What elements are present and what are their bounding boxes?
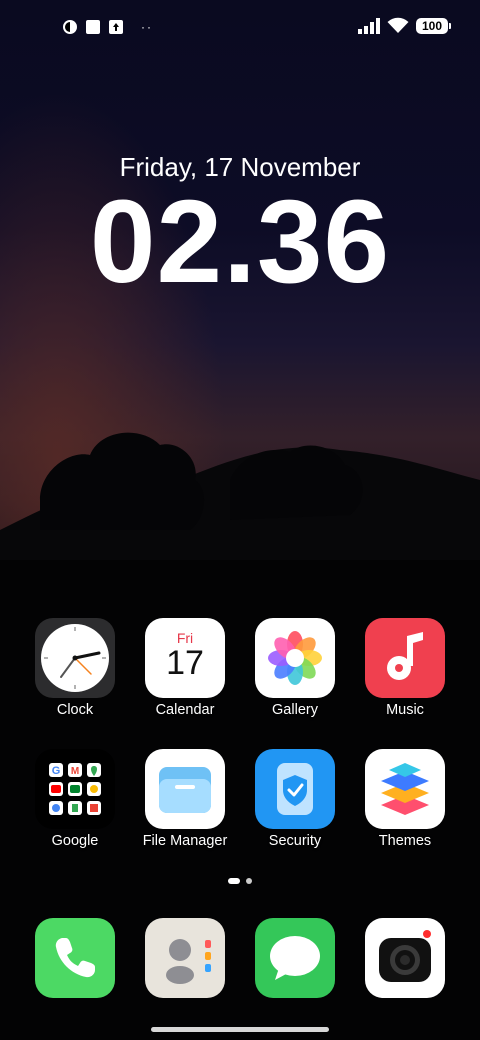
security-app[interactable]: Security	[240, 749, 350, 849]
upload-notification-icon	[109, 20, 123, 34]
camera-icon	[379, 930, 431, 982]
security-icon	[277, 763, 313, 815]
themes-app[interactable]: Themes	[350, 749, 460, 849]
svg-text:M: M	[71, 766, 79, 777]
app-notification-icon	[63, 20, 77, 34]
clock-label: Clock	[56, 702, 94, 718]
square-notification-icon	[86, 20, 100, 34]
phone-app[interactable]	[35, 918, 115, 998]
status-bar: ·· 100	[0, 0, 480, 56]
themes-icon	[381, 763, 429, 815]
music-app[interactable]: Music	[350, 618, 460, 718]
security-label: Security	[268, 833, 322, 849]
contacts-app[interactable]	[145, 918, 225, 998]
google-label: Google	[51, 833, 99, 849]
home-indicator[interactable]	[151, 1027, 329, 1032]
themes-label: Themes	[378, 833, 432, 849]
wifi-icon	[387, 17, 409, 33]
page-dot-1	[228, 878, 240, 884]
gallery-app[interactable]: Gallery	[240, 618, 350, 718]
phone-icon	[55, 938, 95, 978]
music-label: Music	[386, 702, 424, 718]
gallery-icon	[268, 631, 322, 685]
camera-app[interactable]	[365, 918, 445, 998]
time-display[interactable]: 02.36	[0, 178, 480, 306]
calendar-app[interactable]: Fri 17 Calendar	[130, 618, 240, 718]
messages-app[interactable]	[255, 918, 335, 998]
svg-text:G: G	[52, 765, 61, 777]
music-icon	[387, 632, 423, 680]
page-indicator[interactable]	[0, 878, 480, 884]
messages-icon	[270, 936, 320, 980]
calendar-icon: Fri 17	[145, 618, 225, 698]
contacts-icon	[166, 939, 211, 984]
gallery-label: Gallery	[272, 702, 318, 718]
clock-icon	[41, 624, 109, 692]
file-manager-app[interactable]: File Manager	[130, 749, 240, 849]
calendar-date: 17	[166, 644, 204, 682]
signal-icon	[358, 17, 380, 34]
calendar-label: Calendar	[155, 702, 215, 718]
page-dot-2	[246, 878, 252, 884]
clock-app[interactable]: Clock	[20, 618, 130, 718]
file-manager-label: File Manager	[142, 833, 228, 849]
google-folder-icon: G M	[49, 763, 101, 815]
more-notifications: ··	[141, 20, 153, 34]
file-manager-icon	[159, 767, 211, 813]
battery-indicator: 100	[416, 17, 451, 34]
google-folder[interactable]: G M Google	[20, 749, 130, 849]
